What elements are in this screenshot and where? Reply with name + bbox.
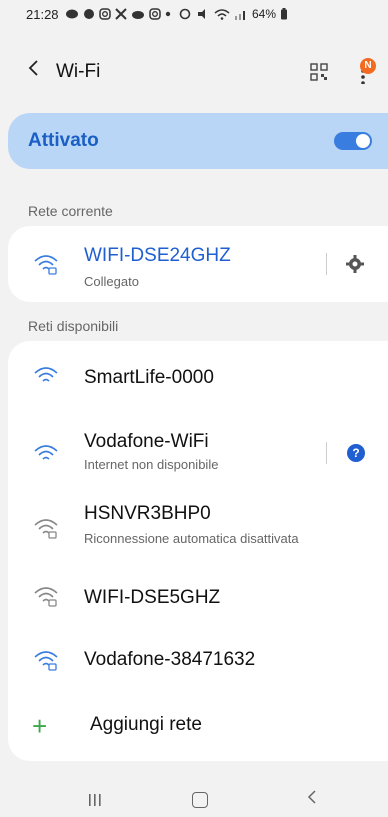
divider [326, 253, 327, 275]
wifi-toggle-label: Attivato [28, 130, 99, 151]
tool-icon [114, 8, 127, 20]
app-icon [83, 9, 94, 19]
network-name: WIFI-DSE5GHZ [84, 587, 221, 608]
wifi-toggle-card[interactable]: Attivato [8, 113, 388, 169]
nav-back-button[interactable] [306, 787, 318, 813]
available-networks-card: SmartLife-0000 Vodafone-WiFi Internet no… [8, 341, 388, 761]
available-networks-heading: Reti disponibili [28, 318, 119, 334]
plus-icon: + [32, 711, 48, 741]
switch-knob [356, 134, 370, 148]
add-network-button[interactable]: + Aggiungi rete [8, 695, 388, 761]
network-row[interactable]: Vodafone-WiFi Internet non disponibile ? [8, 411, 388, 491]
signal-icon [235, 11, 245, 20]
current-network-heading: Rete corrente [28, 203, 113, 219]
wifi-lock-icon [34, 651, 58, 671]
cloud-icon [131, 11, 144, 19]
chat-icon [65, 9, 78, 19]
gear-icon [346, 255, 364, 273]
network-name: Vodafone-38471632 [84, 649, 256, 670]
battery-icon [281, 8, 288, 20]
network-info-button[interactable]: ? [347, 444, 365, 462]
chevron-left-icon [307, 790, 316, 804]
wifi-open-icon [34, 445, 58, 460]
back-button[interactable] [26, 56, 50, 84]
network-name: SmartLife-0000 [84, 367, 214, 388]
status-bar: 21:28 64% [0, 0, 388, 28]
alarm-icon [179, 8, 191, 20]
notification-icons [65, 8, 171, 20]
navigation-bar [0, 785, 388, 817]
battery-percent: 64% [252, 7, 277, 21]
recents-button[interactable] [88, 793, 102, 807]
network-row[interactable]: Vodafone-38471632 [8, 631, 388, 695]
add-network-label: Aggiungi rete [90, 714, 202, 735]
question-icon: ? [352, 446, 360, 460]
network-name: HSNVR3BHP0 [84, 503, 211, 524]
current-network-card: WIFI-DSE24GHZ Collegato [8, 226, 388, 302]
wifi-status-icon [214, 9, 230, 20]
wifi-open-icon [34, 367, 58, 382]
network-row[interactable]: WIFI-DSE5GHZ [8, 567, 388, 631]
wifi-toggle-switch[interactable] [334, 132, 372, 150]
page-title: Wi-Fi [56, 61, 101, 82]
home-button[interactable] [192, 792, 208, 808]
chevron-left-icon [28, 60, 38, 76]
network-subtitle: Riconnessione automatica disattivata [84, 531, 299, 546]
instagram-icon [98, 8, 111, 20]
status-time: 21:28 [26, 6, 59, 22]
divider [326, 442, 327, 464]
current-network-row[interactable]: WIFI-DSE24GHZ Collegato [8, 226, 388, 302]
instagram-icon-2 [148, 8, 161, 20]
wifi-lock-icon [34, 587, 58, 607]
qr-code-button[interactable] [310, 63, 328, 81]
network-row[interactable]: HSNVR3BHP0 Riconnessione automatica disa… [8, 491, 388, 567]
network-name: Vodafone-WiFi [84, 431, 209, 452]
network-settings-button[interactable] [345, 254, 365, 274]
qr-code-icon [310, 63, 328, 81]
current-network-name: WIFI-DSE24GHZ [84, 245, 231, 266]
app-bar: Wi-Fi [0, 50, 388, 90]
mute-icon [198, 9, 205, 19]
wifi-lock-icon [34, 255, 58, 275]
current-network-status: Collegato [84, 274, 139, 289]
network-subtitle: Internet non disponibile [84, 457, 219, 472]
wifi-lock-icon [34, 519, 58, 539]
dot-icon [165, 11, 170, 17]
network-row[interactable]: SmartLife-0000 [8, 341, 388, 411]
notification-badge: N [360, 58, 376, 74]
system-icons: 64% [178, 7, 288, 21]
